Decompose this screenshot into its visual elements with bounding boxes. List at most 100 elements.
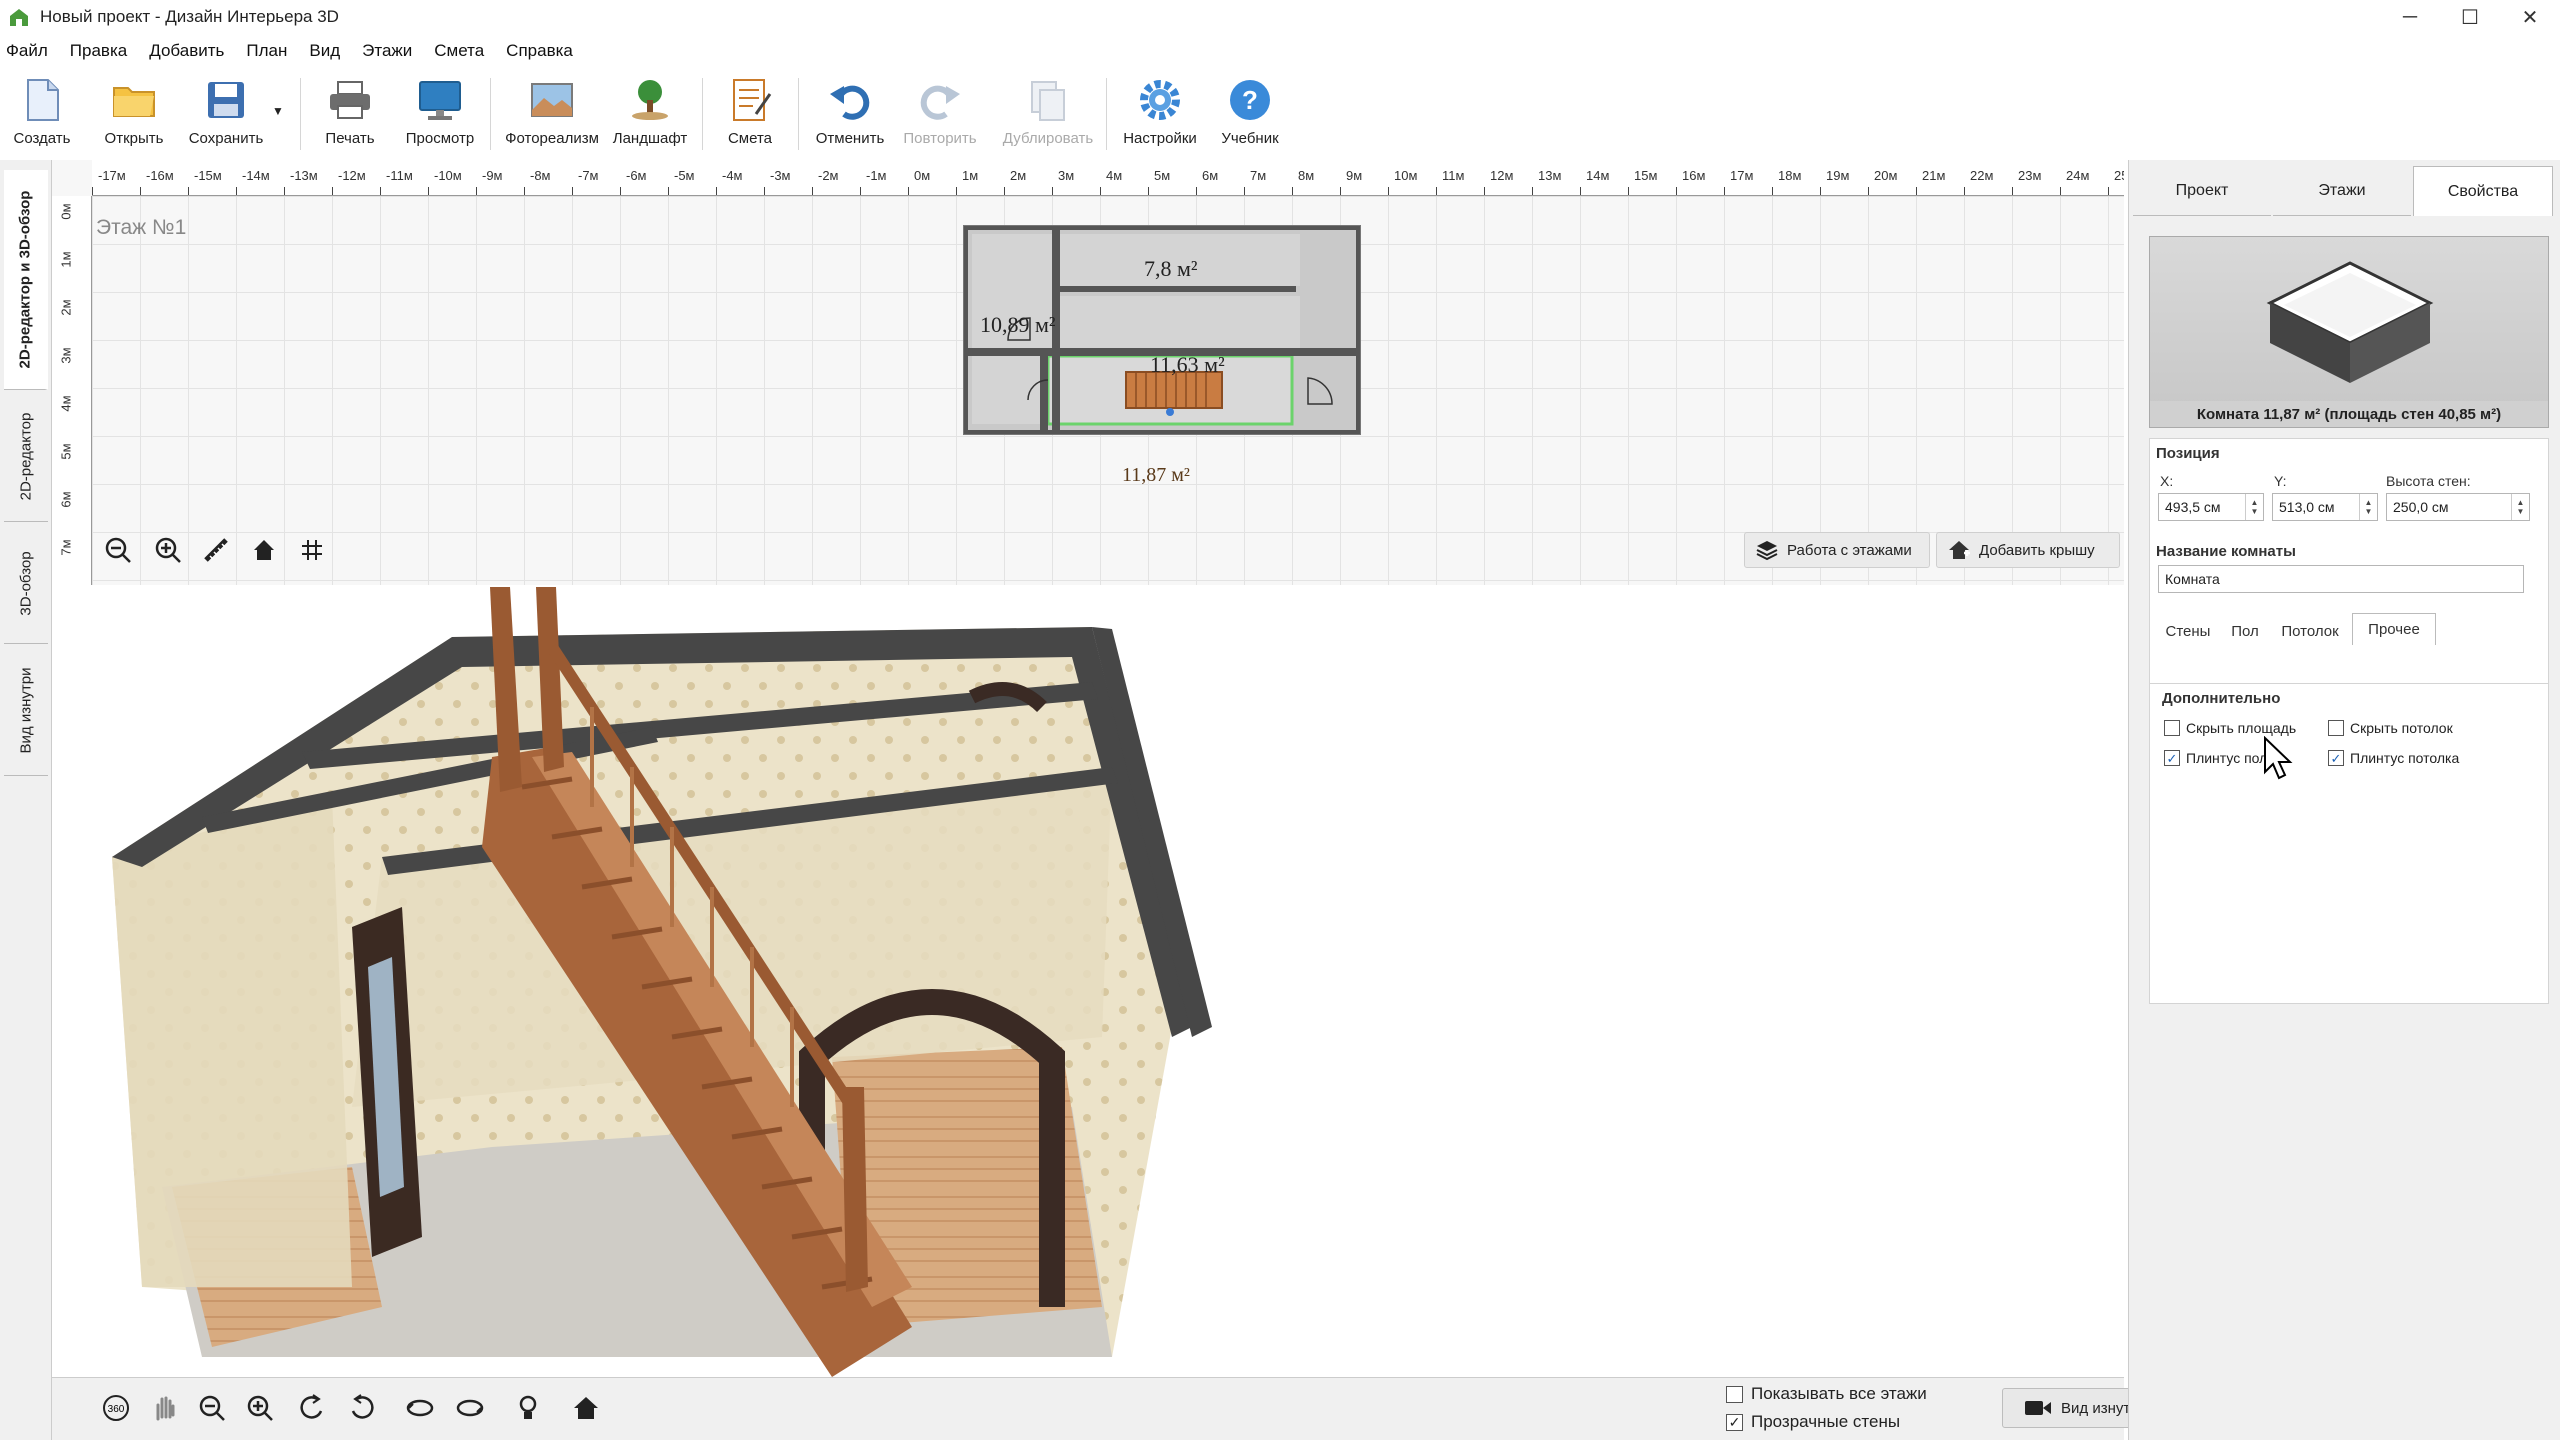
- duplicate-button[interactable]: Дублировать: [996, 72, 1100, 156]
- ruler-tick: [908, 187, 909, 195]
- floors-work-button[interactable]: Работа с этажами: [1744, 532, 1930, 568]
- save-button[interactable]: Сохранить: [184, 72, 268, 156]
- rotate-360-button[interactable]: 360: [96, 1388, 136, 1428]
- spinner-arrows-icon[interactable]: ▲ ▼: [2359, 494, 2377, 520]
- x-position-input[interactable]: 493,5 см ▲ ▼: [2158, 493, 2264, 521]
- grid-button[interactable]: [292, 530, 332, 570]
- menu-bar: Файл Правка Добавить План Вид Этажи Смет…: [0, 36, 2560, 66]
- tab-project[interactable]: Проект: [2133, 166, 2271, 216]
- tab-inside-view[interactable]: Вид изнутри: [4, 646, 48, 776]
- menu-view[interactable]: Вид: [309, 41, 340, 61]
- preview-caption: Комната 11,87 м² (площадь стен 40,85 м²): [2150, 401, 2548, 427]
- create-button[interactable]: Создать: [8, 72, 76, 156]
- ruler-tick: [1820, 187, 1821, 195]
- toolbar-separator: [798, 78, 799, 150]
- redo-button[interactable]: Повторить: [896, 72, 984, 156]
- minimize-button[interactable]: ─: [2380, 0, 2440, 34]
- y-position-input[interactable]: 513,0 см ▲ ▼: [2272, 493, 2378, 521]
- show-all-floors-checkbox[interactable]: Показывать все этажи: [1726, 1384, 1927, 1404]
- rotate-left-button[interactable]: [292, 1388, 332, 1428]
- tilt-down-icon: [456, 1399, 484, 1417]
- rotate-right-button[interactable]: [342, 1388, 382, 1428]
- x-label: X:: [2160, 473, 2174, 489]
- ruler-tick-label: -12м: [338, 168, 366, 183]
- ruler-tick: [764, 187, 765, 195]
- y-label: Y:: [2274, 473, 2287, 489]
- landscape-button[interactable]: Ландшафт: [608, 72, 692, 156]
- menu-plan[interactable]: План: [246, 41, 287, 61]
- subtab-floor[interactable]: Пол: [2222, 615, 2268, 647]
- plan-editor[interactable]: -17м -16м -15м -14м -13м -12м -11м -10м -9м -8м -7…: [52, 160, 2124, 585]
- ruler-tick: [2060, 187, 2061, 195]
- menu-floors[interactable]: Этажи: [362, 41, 412, 61]
- tilt-up-icon: [406, 1399, 434, 1417]
- preview-button[interactable]: Просмотр: [400, 72, 480, 156]
- duplicate-icon: [1031, 81, 1065, 121]
- ruler-button[interactable]: [196, 530, 236, 570]
- 3d-zoom-out-button[interactable]: [192, 1388, 232, 1428]
- menu-file[interactable]: Файл: [6, 41, 48, 61]
- ruler-tick: [1484, 187, 1485, 195]
- subtab-walls[interactable]: Стены: [2154, 615, 2222, 647]
- tab-3d-view[interactable]: 3D-обзор: [4, 524, 48, 644]
- home-icon: [574, 1397, 598, 1419]
- floor-plinth-checkbox[interactable]: ✓ Плинтус пола: [2164, 750, 2275, 766]
- tutorial-button[interactable]: ? Учебник: [1210, 72, 1290, 156]
- menu-help[interactable]: Справка: [506, 41, 573, 61]
- ruler-tick: [1868, 187, 1869, 195]
- light-button[interactable]: [508, 1388, 548, 1428]
- checkbox-unchecked-icon: [1726, 1385, 1743, 1403]
- app-logo-icon: [10, 9, 28, 26]
- print-button[interactable]: Печать: [316, 72, 384, 156]
- 3d-zoom-in-button[interactable]: [240, 1388, 280, 1428]
- 3d-view[interactable]: [52, 587, 2124, 1377]
- undo-button[interactable]: Отменить: [808, 72, 892, 156]
- tab-2d-editor[interactable]: 2D-редактор: [4, 392, 48, 522]
- tilt-up-button[interactable]: [400, 1388, 440, 1428]
- wall-height-input[interactable]: 250,0 см ▲ ▼: [2386, 493, 2530, 521]
- subtab-other[interactable]: Прочее: [2352, 613, 2436, 645]
- add-roof-button[interactable]: Добавить крышу: [1936, 532, 2120, 568]
- home-button[interactable]: [244, 530, 284, 570]
- ruler-tick: [1580, 187, 1581, 195]
- tab-floors[interactable]: Этажи: [2273, 166, 2411, 216]
- hide-area-checkbox[interactable]: Скрыть площадь: [2164, 720, 2296, 736]
- ceiling-plinth-checkbox[interactable]: ✓ Плинтус потолка: [2328, 750, 2459, 766]
- menu-estimate[interactable]: Смета: [434, 41, 484, 61]
- svg-text:?: ?: [1242, 85, 1258, 115]
- tab-2d-and-3d[interactable]: 2D-редактор и 3D-обзор: [4, 170, 48, 390]
- zoom-in-button[interactable]: [148, 530, 188, 570]
- window-title: Новый проект - Дизайн Интерьера 3D: [40, 7, 339, 26]
- help-icon: ?: [1230, 80, 1270, 120]
- toolbar-separator: [1106, 78, 1107, 150]
- save-dropdown-arrow-icon[interactable]: ▼: [272, 104, 284, 118]
- ruler-tick: [428, 187, 429, 195]
- maximize-button[interactable]: ☐: [2440, 0, 2500, 34]
- 3d-home-button[interactable]: [566, 1388, 606, 1428]
- floor-plan-drawing[interactable]: [908, 220, 1368, 440]
- ruler-tick: [620, 187, 621, 195]
- hide-ceiling-checkbox[interactable]: Скрыть потолок: [2328, 720, 2453, 736]
- menu-add[interactable]: Добавить: [149, 41, 224, 61]
- room-name-input[interactable]: Комната: [2158, 565, 2524, 593]
- open-button[interactable]: Открыть: [98, 72, 170, 156]
- spinner-arrows-icon[interactable]: ▲ ▼: [2245, 494, 2263, 520]
- pan-button[interactable]: [144, 1388, 184, 1428]
- settings-button[interactable]: Настройки: [1116, 72, 1204, 156]
- close-button[interactable]: ✕: [2500, 0, 2560, 34]
- tilt-down-button[interactable]: [450, 1388, 490, 1428]
- menu-edit[interactable]: Правка: [70, 41, 127, 61]
- zoom-out-button[interactable]: [98, 530, 138, 570]
- photorealism-button[interactable]: Фотореализм: [500, 72, 604, 156]
- undo-icon: [830, 85, 870, 120]
- ruler-tick-label: -11м: [386, 168, 413, 183]
- estimate-button[interactable]: Смета: [716, 72, 784, 156]
- ruler-tick: [332, 187, 333, 195]
- subtab-ceiling[interactable]: Потолок: [2268, 615, 2352, 647]
- transparent-walls-checkbox[interactable]: ✓ Прозрачные стены: [1726, 1412, 1900, 1432]
- ruler-tick-label: 1м: [58, 251, 74, 268]
- tab-properties[interactable]: Свойства: [2413, 166, 2553, 216]
- horizontal-ruler: -17м -16м -15м -14м -13м -12м -11м -10м -9м -8м -7…: [92, 160, 2124, 196]
- layers-icon: [1756, 541, 1778, 561]
- spinner-arrows-icon[interactable]: ▲ ▼: [2511, 494, 2529, 520]
